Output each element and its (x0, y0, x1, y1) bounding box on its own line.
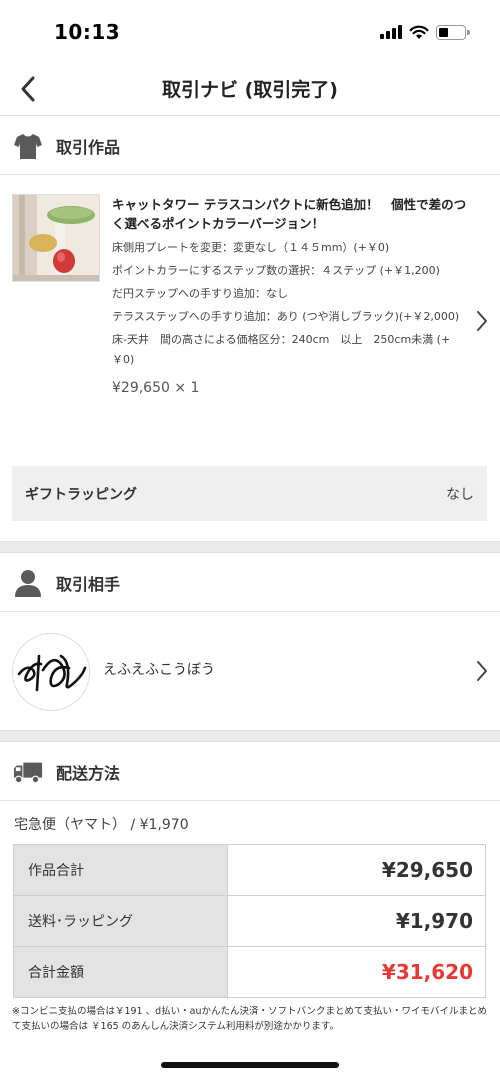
table-row: 作品合計 ¥29,650 (13, 844, 486, 896)
product-option: ポイントカラーにするステップ数の選択：４ステップ (+￥1,200) (112, 264, 440, 277)
section-divider (0, 541, 500, 553)
section-title: 取引作品 (56, 137, 121, 157)
partner-row[interactable]: えふえふこうぼう (0, 612, 500, 730)
price-summary-table: 作品合計 ¥29,650 送料･ラッピング ¥1,970 合計金額 ¥31,62… (13, 844, 486, 998)
chevron-right-icon (477, 661, 487, 681)
tshirt-icon (13, 131, 43, 161)
page-title: 取引ナビ (取引完了) (162, 79, 338, 101)
product-title: キャットタワー テラスコンパクトに新色追加！ 個性で差のつく選べるポイントカラー… (112, 197, 467, 231)
shipping-fee-value: ¥1,970 (227, 895, 486, 947)
person-icon (13, 568, 43, 598)
section-header-product: 取引作品 (0, 117, 500, 175)
cellular-signal-icon (380, 24, 402, 39)
section-header-shipping: 配送方法 (0, 743, 500, 801)
status-bar: 10:13 (0, 0, 500, 62)
gift-wrapping-label: ギフトラッピング (25, 486, 137, 503)
table-row: 送料･ラッピング ¥1,970 (13, 895, 486, 947)
section-divider (0, 730, 500, 742)
total-value: ¥31,620 (227, 946, 486, 998)
chevron-right-icon (477, 311, 487, 331)
battery-icon (436, 24, 470, 40)
partner-name: えふえふこうぼう (103, 662, 215, 678)
product-item[interactable]: キャットタワー テラスコンパクトに新色追加！ 個性で差のつく選べるポイントカラー… (0, 176, 500, 446)
avatar (12, 633, 90, 711)
wifi-icon (409, 25, 429, 39)
subtotal-value: ¥29,650 (227, 844, 486, 896)
home-indicator[interactable] (161, 1062, 339, 1068)
payment-fee-note: ※コンビニ支払の場合は￥191 、d払い・auかんたん決済・ソフトバンクまとめて… (12, 1006, 487, 1032)
shipping-method: 宅急便（ヤマト） / ¥1,970 (14, 817, 189, 833)
table-row: 合計金額 ¥31,620 (13, 946, 486, 998)
product-price: ¥29,650 × 1 (112, 380, 200, 396)
product-option: だ円ステップへの手すり追加：なし (112, 287, 288, 300)
subtotal-label: 作品合計 (13, 844, 228, 896)
status-time: 10:13 (54, 20, 121, 44)
product-thumbnail (12, 194, 100, 282)
product-option: テラスステップへの手すり追加：あり (つや消しブラック)(+￥2,000) (112, 310, 460, 323)
gift-wrapping-row: ギフトラッピング なし (12, 466, 487, 521)
section-header-partner: 取引相手 (0, 554, 500, 612)
section-title: 配送方法 (56, 763, 121, 783)
shipping-fee-label: 送料･ラッピング (13, 895, 228, 947)
truck-icon (13, 757, 43, 787)
product-info: キャットタワー テラスコンパクトに新色追加！ 個性で差のつく選べるポイントカラー… (112, 195, 468, 396)
product-option: 床-天井 間の高さによる価格区分：240cm 以上 250cm未満 (+￥0) (112, 333, 451, 366)
status-icons (380, 22, 470, 42)
total-label: 合計金額 (13, 946, 228, 998)
section-title: 取引相手 (56, 574, 121, 594)
nav-bar: 取引ナビ (取引完了) (0, 62, 500, 116)
gift-wrapping-value: なし (446, 486, 474, 503)
product-option: 床側用プレートを変更：変更なし（１４５mm）(+￥0) (112, 241, 390, 254)
